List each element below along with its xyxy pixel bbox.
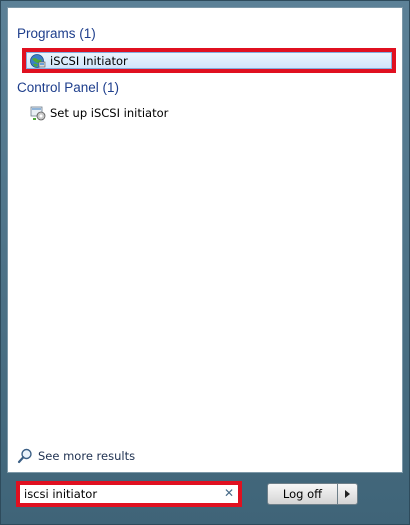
group-header-programs[interactable]: Programs (1) [17, 26, 96, 41]
search-results-panel: Programs (1) iSCSI Initiator Control Pan… [7, 7, 403, 473]
result-item-set-up-iscsi[interactable]: Set up iSCSI initiator [30, 102, 168, 124]
magnifier-icon [17, 448, 33, 464]
log-off-button[interactable]: Log off [267, 483, 337, 505]
result-label: Set up iSCSI initiator [50, 106, 169, 120]
result-label: iSCSI Initiator [50, 53, 128, 68]
iscsi-globe-icon [30, 53, 46, 69]
search-box[interactable]: ✕ [16, 481, 242, 507]
result-item-iscsi-initiator[interactable]: iSCSI Initiator [22, 48, 396, 73]
group-header-control-panel[interactable]: Control Panel (1) [17, 80, 119, 95]
chevron-right-icon [345, 490, 350, 498]
clear-search-icon[interactable]: ✕ [224, 486, 234, 500]
see-more-results-label: See more results [38, 449, 136, 463]
search-input[interactable] [20, 485, 220, 503]
start-menu: Programs (1) iSCSI Initiator Control Pan… [0, 0, 410, 525]
see-more-results-link[interactable]: See more results [17, 448, 135, 464]
shutdown-options-button[interactable] [337, 483, 358, 505]
control-panel-task-icon [30, 105, 46, 121]
power-buttons: Log off [267, 483, 358, 505]
